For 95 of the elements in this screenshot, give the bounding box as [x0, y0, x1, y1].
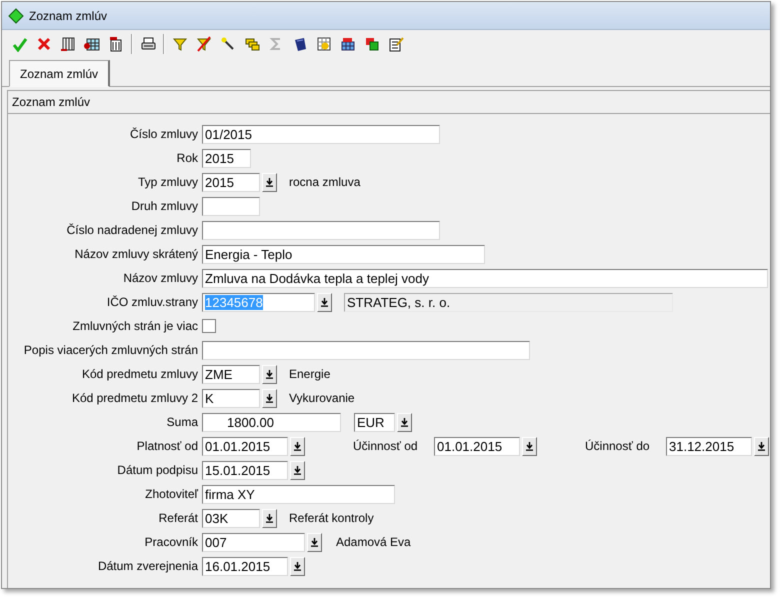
input-field[interactable]: EUR — [354, 412, 395, 432]
field-label: Kód predmetu zmluvy 2 — [70, 391, 199, 405]
field-label: Kód predmetu zmluvy — [80, 367, 199, 381]
down-arrow-icon — [758, 442, 765, 450]
grid-icon — [316, 36, 332, 52]
dropdown-button[interactable] — [290, 436, 305, 456]
dropdown-button[interactable] — [262, 388, 277, 408]
field-label: Zhotoviteľ — [144, 487, 200, 501]
squares-icon — [364, 36, 380, 52]
columns-button[interactable] — [59, 34, 77, 52]
tab[interactable]: Zoznam zmlúv — [9, 60, 110, 87]
field-label: Dátum zverejnenia — [96, 559, 199, 573]
dropdown-button[interactable] — [307, 532, 322, 552]
input-field[interactable]: 15.01.2015 — [202, 460, 288, 480]
input-field[interactable]: 007 — [202, 532, 305, 552]
field-label: Zmluvných strán je viac — [72, 319, 199, 333]
grid-icon — [340, 36, 356, 52]
input-field[interactable]: 16.01.2015 — [202, 556, 288, 576]
field-caption: Účinnosť do — [585, 439, 651, 453]
dropdown-button[interactable] — [754, 436, 769, 456]
panel-header: Zoznam zmlúv — [8, 90, 770, 114]
field-label: Názov zmluvy — [122, 271, 199, 285]
down-arrow-icon — [266, 178, 273, 186]
field-label: Typ zmluvy — [136, 175, 199, 189]
wand-icon — [220, 36, 236, 52]
dropdown-button[interactable] — [262, 364, 277, 384]
field-label: Pracovník — [144, 535, 199, 549]
input-field[interactable]: K — [202, 388, 260, 408]
dropdown-button[interactable] — [262, 172, 277, 192]
columns-icon — [60, 36, 76, 52]
dropdown-button[interactable] — [262, 508, 277, 528]
down-arrow-icon — [294, 562, 301, 570]
field-label: Číslo zmluvy — [128, 127, 199, 141]
down-arrow-icon — [401, 418, 408, 426]
down-arrow-icon — [311, 538, 318, 546]
input-field[interactable] — [202, 220, 440, 240]
stack-icon — [244, 36, 260, 52]
grid-button[interactable] — [315, 34, 333, 52]
dropdown-button[interactable] — [397, 412, 412, 432]
field-label: Druh zmluvy — [130, 199, 199, 213]
check-icon — [12, 36, 28, 52]
diamond-icon — [8, 8, 24, 24]
field-label: Platnosť od — [136, 439, 199, 453]
field-label: IČO zmluv.strany — [106, 295, 199, 309]
trash-icon — [108, 36, 124, 52]
dropdown-button[interactable] — [290, 556, 305, 576]
field-label: Rok — [176, 151, 199, 165]
field-caption: Vykurovanie — [289, 391, 355, 405]
input-field[interactable]: 01.01.2015 — [434, 436, 520, 456]
input-field[interactable]: 31.12.2015 — [666, 436, 752, 456]
field-label: Popis viacerých zmluvných strán — [22, 343, 199, 357]
input-field[interactable]: firma XY — [202, 484, 395, 504]
dropdown-button[interactable] — [522, 436, 537, 456]
window-title: Zoznam zmlúv — [29, 8, 108, 22]
down-arrow-icon — [266, 514, 273, 522]
field-caption: Adamová Eva — [336, 535, 411, 549]
down-arrow-icon — [526, 442, 533, 450]
down-arrow-icon — [294, 442, 301, 450]
down-arrow-icon — [294, 466, 301, 474]
input-field[interactable]: Energia - Teplo — [202, 244, 485, 264]
filter-clear-button[interactable] — [195, 34, 213, 52]
input-field[interactable]: 1800.00 — [202, 412, 341, 432]
name-field: STRATEG, s. r. o. — [344, 292, 673, 312]
input-field[interactable]: 01.01.2015 — [202, 436, 288, 456]
table-icon — [84, 36, 100, 52]
printer-icon — [140, 36, 156, 52]
checkbox[interactable] — [202, 319, 216, 333]
printer-button[interactable] — [139, 34, 157, 52]
input-field[interactable] — [202, 196, 260, 216]
field-label: Číslo nadradenej zmluvy — [66, 223, 199, 237]
input-field[interactable]: 2015 — [202, 148, 251, 168]
notepad-icon — [388, 36, 404, 52]
input-field[interactable]: ZME — [202, 364, 260, 384]
field-caption: Referát kontroly — [289, 511, 374, 525]
dropdown-button[interactable] — [317, 292, 332, 312]
field-label: Referát — [158, 511, 199, 525]
field-label: Dátum podpisu — [116, 463, 199, 477]
down-arrow-icon — [266, 394, 273, 402]
dropdown-button[interactable] — [290, 460, 305, 480]
input-field[interactable]: 2015 — [202, 172, 260, 192]
down-arrow-icon — [321, 298, 328, 306]
close-icon — [36, 36, 52, 52]
filter-icon — [172, 36, 188, 52]
field-label: Suma — [166, 415, 199, 429]
input-field[interactable]: Zmluva na Dodávka tepla a teplej vody — [202, 268, 768, 288]
down-arrow-icon — [266, 370, 273, 378]
input-field[interactable]: 03K — [202, 508, 260, 528]
field-label: Názov zmluvy skrátený — [74, 247, 199, 261]
field-caption: Účinnosť od — [353, 439, 419, 453]
notepad-button[interactable] — [387, 34, 405, 52]
field-caption: rocna zmluva — [289, 175, 360, 189]
input-field[interactable] — [202, 340, 530, 360]
field-caption: Energie — [289, 367, 330, 381]
input-field[interactable]: 01/2015 — [202, 124, 440, 144]
filter-clear-icon — [196, 36, 212, 52]
